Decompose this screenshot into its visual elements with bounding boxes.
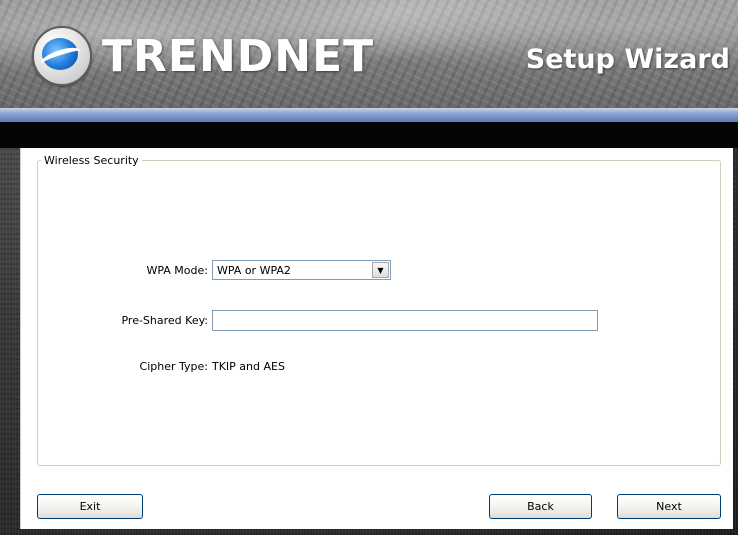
psk-row: Pre-Shared Key: xyxy=(21,310,598,331)
exit-button[interactable]: Exit xyxy=(37,494,143,519)
next-button[interactable]: Next xyxy=(617,494,721,519)
cipher-value: TKIP and AES xyxy=(212,360,285,373)
psk-input[interactable] xyxy=(212,310,598,331)
content-panel: Wireless Security WPA Mode: WPA or WPA2 … xyxy=(20,148,733,529)
wpa-mode-row: WPA Mode: WPA or WPA2 ▼ xyxy=(21,260,391,280)
wizard-title: Setup Wizard xyxy=(525,44,730,75)
trendnet-logo-icon xyxy=(32,26,92,86)
header-divider-bar xyxy=(0,122,738,148)
header-banner: TRENDNET Setup Wizard xyxy=(0,0,738,108)
header-accent-bar xyxy=(0,108,738,122)
psk-label: Pre-Shared Key: xyxy=(121,314,208,327)
chevron-down-icon[interactable]: ▼ xyxy=(372,262,389,278)
wpa-mode-value: WPA or WPA2 xyxy=(217,263,291,277)
group-title: Wireless Security xyxy=(44,154,139,167)
brand-name: TRENDNET xyxy=(102,30,375,82)
wpa-mode-select[interactable]: WPA or WPA2 ▼ xyxy=(212,260,391,280)
back-button[interactable]: Back xyxy=(489,494,592,519)
cipher-row: Cipher Type: TKIP and AES xyxy=(21,360,285,373)
wpa-mode-label: WPA Mode: xyxy=(146,263,208,277)
cipher-label: Cipher Type: xyxy=(139,360,208,373)
brand-logo: TRENDNET xyxy=(32,26,374,86)
